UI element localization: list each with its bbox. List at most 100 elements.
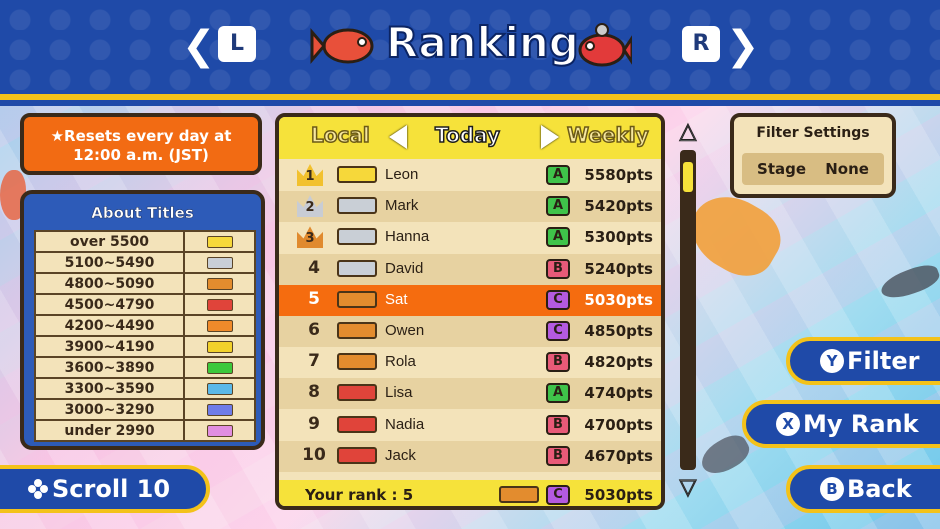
triangle-right-icon[interactable] (541, 125, 559, 149)
title-tier-row: 3900~4190 (34, 335, 256, 358)
title-tier-range: 3000~3290 (34, 398, 185, 421)
rank-number: 8 (308, 382, 320, 403)
chevron-right-icon[interactable]: ❯ (726, 26, 760, 66)
title-tier-badge (183, 398, 256, 421)
ranking-row[interactable]: 8 Lisa A 4740pts (279, 378, 661, 410)
chevron-left-icon[interactable]: ❮ (182, 26, 216, 66)
scroll-up-icon[interactable]: △ (676, 120, 700, 143)
title-badge-icon (206, 319, 233, 332)
ranking-row[interactable]: 10 Jack B 4670pts (279, 440, 661, 472)
title-tier-row: 3000~3290 (34, 398, 256, 421)
y-button-icon: Y (820, 349, 844, 373)
filter-button[interactable]: Y Filter (786, 337, 940, 385)
title-badge-icon (206, 382, 233, 395)
player-name: Owen (385, 322, 425, 339)
reset-notice: ★Resets every day at 12:00 a.m. (JST) (20, 113, 262, 175)
title-badge-icon (337, 166, 377, 183)
ranking-row[interactable]: 3 Hanna A 5300pts (279, 222, 661, 253)
crown-icon: 1 (297, 164, 323, 186)
scrollbar-track[interactable] (680, 150, 696, 470)
triangle-left-icon[interactable] (389, 125, 407, 149)
ranking-row[interactable]: 6 Owen C 4850pts (279, 316, 661, 347)
page-title: Ranking (385, 17, 580, 68)
player-name: Lisa (385, 384, 413, 402)
rank-number: 7 (308, 351, 320, 372)
title-tier-badge (183, 356, 256, 379)
wind-up-fish-icon (578, 23, 632, 67)
period-tabs: Local Today Weekly (279, 117, 661, 159)
grade-badge: C (546, 321, 570, 341)
title-badge-icon (499, 486, 539, 503)
player-points: 4740pts (584, 384, 653, 403)
about-titles-heading: About Titles (91, 204, 194, 223)
title-tier-range: 4500~4790 (34, 293, 185, 316)
title-tier-badge (183, 314, 256, 337)
scroll-down-icon[interactable]: ▽ (676, 476, 700, 499)
grade-badge: B (546, 445, 570, 466)
scroll-button-label: Scroll 10 (52, 475, 171, 503)
title-tier-row: over 5500 (34, 230, 256, 253)
ranking-row[interactable]: 1 Leon A 5580pts (279, 160, 661, 191)
header-divider (0, 100, 940, 106)
title-badge-icon (337, 259, 377, 277)
grade-badge: A (546, 227, 570, 248)
title-badge-icon (206, 361, 233, 374)
b-button-icon: B (820, 477, 844, 501)
player-name: David (385, 259, 424, 277)
ranking-row[interactable]: 2 Mark A 5420pts (279, 191, 661, 223)
rank-number: 5 (308, 288, 320, 309)
title-badge-icon (206, 424, 233, 437)
player-name: Mark (385, 197, 419, 215)
title-tier-badge (183, 293, 256, 316)
title-badge-icon (337, 353, 377, 371)
crown-icon: 3 (297, 226, 323, 249)
title-badge-icon (206, 235, 233, 248)
title-tier-range: 4200~4490 (34, 314, 185, 337)
player-points: 5580pts (584, 166, 653, 184)
l-key-button[interactable]: L (218, 26, 256, 62)
title-tier-row: 5100~5490 (34, 251, 256, 274)
title-tier-badge (183, 377, 256, 400)
title-tier-row: 3300~3590 (34, 377, 256, 400)
title-tier-range: under 2990 (34, 419, 185, 442)
title-tier-range: 3600~3890 (34, 356, 185, 379)
grade-badge: A (546, 196, 570, 217)
player-points: 4700pts (584, 415, 653, 434)
ranking-row[interactable]: 7 Rola B 4820pts (279, 347, 661, 378)
title-tier-row: 4500~4790 (34, 293, 256, 316)
scrollbar-thumb[interactable] (683, 161, 693, 192)
scroll-button[interactable]: Scroll 10 (0, 465, 210, 513)
title-tier-range: 3900~4190 (34, 335, 185, 358)
my-rank-button[interactable]: X My Rank (742, 400, 940, 448)
title-tier-row: 4800~5090 (34, 272, 256, 295)
grade-badge: C (546, 485, 570, 505)
title-tier-badge (183, 419, 256, 442)
title-badge-icon (206, 298, 233, 311)
player-name: Sat (385, 290, 408, 308)
player-points: 5030pts (584, 290, 653, 309)
back-button-label: Back (847, 475, 912, 503)
title-badge-icon (206, 340, 233, 353)
back-button[interactable]: B Back (786, 465, 940, 513)
title-tier-range: 4800~5090 (34, 272, 185, 295)
title-tier-badge (183, 230, 256, 253)
tab-today[interactable]: Today (434, 122, 500, 148)
title-tier-row: under 2990 (34, 419, 256, 442)
grade-badge: B (546, 258, 570, 279)
player-points: 4820pts (584, 353, 653, 372)
grade-badge: A (546, 383, 570, 404)
player-name: Jack (385, 446, 416, 464)
r-key-button[interactable]: R (682, 26, 720, 62)
titles-table: over 5500 5100~5490 4800~5090 4500~4790 4200… (34, 230, 256, 442)
reset-notice-text: ★Resets every day at 12:00 a.m. (JST) (50, 127, 232, 164)
player-points: 5300pts (584, 228, 653, 247)
your-rank-row: Your rank : 5 C 5030pts (279, 480, 661, 506)
tab-local[interactable]: Local (310, 122, 370, 148)
ranking-row[interactable]: 9 Nadia B 4700pts (279, 410, 661, 441)
title-badge-icon (337, 446, 377, 464)
ranking-row[interactable]: 4 David B 5240pts (279, 253, 661, 285)
tab-weekly[interactable]: Weekly (566, 122, 649, 148)
crown-icon: 2 (297, 195, 323, 218)
ranking-row[interactable]: 5 Sat C 5030pts (279, 284, 661, 316)
grade-badge: B (546, 414, 570, 435)
